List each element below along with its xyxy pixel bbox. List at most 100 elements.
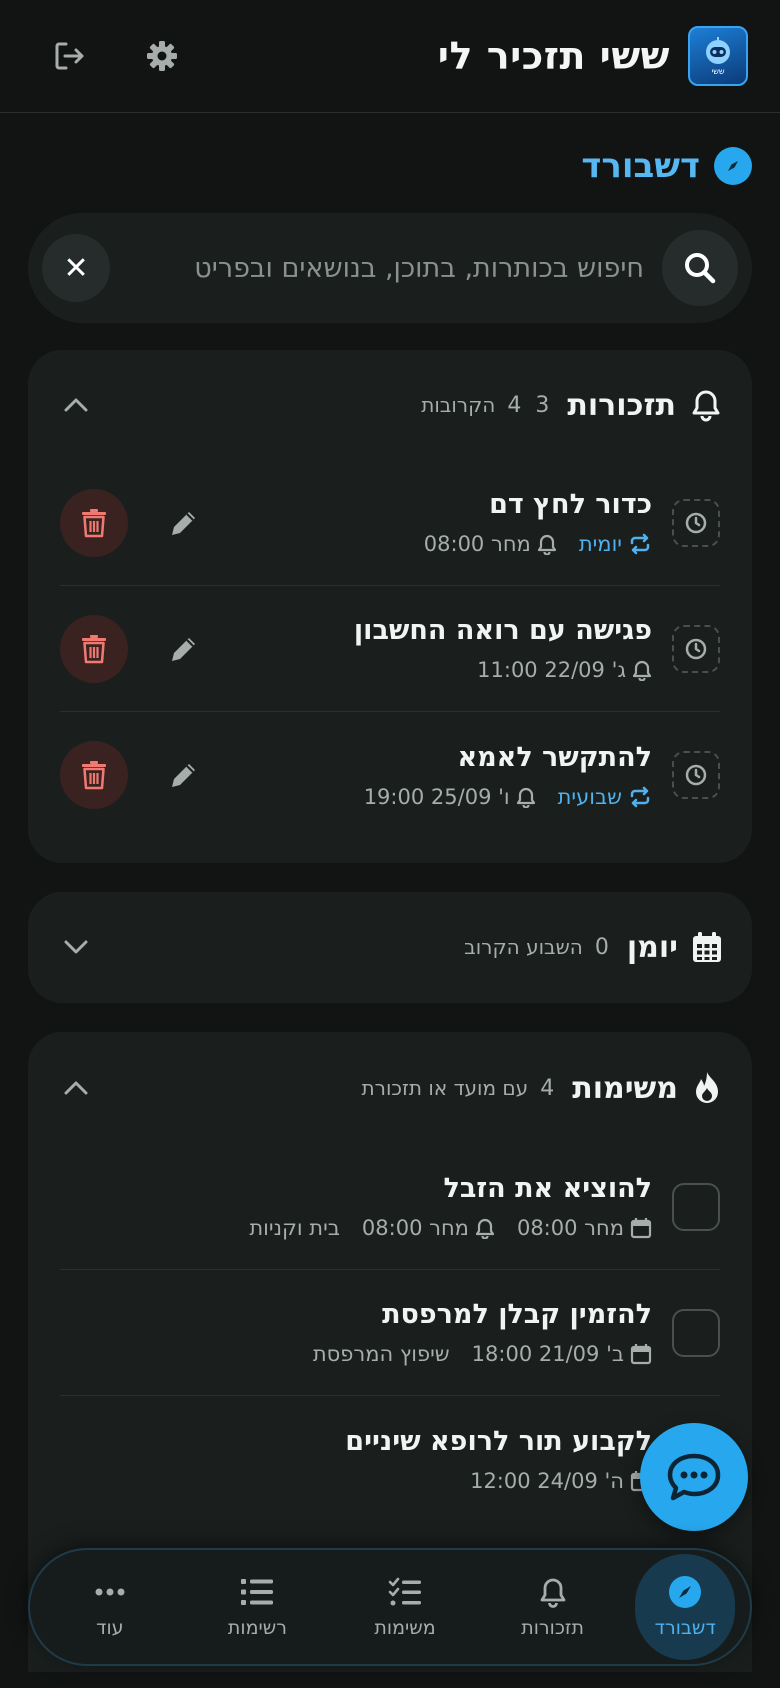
reminder-title: להתקשר לאמא [457,741,652,773]
calendar-header[interactable]: יומן 0 השבוע הקרוב [28,892,752,1002]
task-checkbox[interactable] [672,1308,720,1357]
task-body: להזמין קבלן למרפסת ב' 21/09 18:00 שיפוץ … [313,1299,652,1366]
nav-label: תזכורות [521,1617,584,1639]
compass-icon [668,1575,702,1609]
expand-button[interactable] [58,929,94,965]
task-title: להזמין קבלן למרפסת [382,1299,652,1330]
task-checkbox[interactable] [672,1182,720,1231]
reminder-body: כדור לחץ דם יומית מחר 08:00 [410,489,652,556]
task-due-label: מחר 08:00 [516,1216,624,1240]
bell-icon [475,1218,495,1239]
reminders-list: כדור לחץ דם יומית מחר 08:00 פגישה עם רוא… [28,460,752,838]
task-due-label: ב' 21/09 18:00 [471,1342,624,1366]
tasks-header[interactable]: משימות 4 עם מועד או תזכורת [28,1032,752,1144]
page-title-row: דשבורד [581,146,752,186]
task-item[interactable]: להוציא את הזבל מחר 08:00 מחר 08:00 בית ו… [60,1144,720,1270]
reminder-title: פגישה עם רואה החשבון [353,615,652,646]
page-title: דשבורד [581,146,700,186]
clear-search-button[interactable]: ✕ [42,234,110,302]
repeat-icon [630,533,650,555]
nav-item-dashboard[interactable]: דשבורד [635,1554,736,1660]
more-icon [93,1575,127,1609]
reminder-actions [60,741,204,809]
reminder-time: ג' 22/09 11:00 [477,658,652,682]
close-icon: ✕ [63,250,89,286]
reminder-item[interactable]: להתקשר לאמא שבועית ו' 25/09 19:00 [60,712,720,838]
reminder-when: ג' 22/09 11:00 [477,658,626,682]
bell-icon [536,1575,570,1609]
search-input[interactable] [110,238,662,298]
repeat-icon [630,786,650,807]
app-logo: ששי [688,26,748,86]
reminder-body: להתקשר לאמא שבועית ו' 25/09 19:00 [350,742,652,809]
task-due: ב' 21/09 18:00 [472,1342,652,1366]
logout-button[interactable] [50,36,90,76]
reminders-subtitle: הקרובות [421,393,496,417]
robot-icon: ששי [706,37,730,76]
list-icon [240,1575,274,1609]
reminder-item[interactable]: כדור לחץ דם יומית מחר 08:00 [60,460,720,586]
nav-label: משימות [374,1617,436,1639]
delete-button[interactable] [60,614,128,683]
pencil-icon [172,637,195,661]
edit-button[interactable] [164,629,204,669]
compass-icon [714,147,752,185]
trash-icon [82,761,106,790]
reminder-status[interactable] [672,498,720,547]
nav-label: דשבורד [654,1617,716,1639]
collapse-button[interactable] [58,387,94,423]
recurrence-label: שבועית [557,784,622,809]
nav-label: רשימות [227,1617,287,1639]
recurrence: יומית [579,532,652,556]
recurrence: שבועית [558,785,652,809]
checklist-icon [388,1575,422,1609]
reminders-title: תזכורות [567,387,676,423]
search-button[interactable] [662,230,738,306]
chevron-up-icon [64,1081,88,1095]
reminder-status[interactable] [672,624,720,673]
reminder-meta: ג' 22/09 11:00 [354,658,652,682]
clock-icon [685,512,707,533]
pencil-icon [172,511,195,535]
chat-button[interactable] [640,1423,748,1531]
fire-icon [696,1072,718,1103]
task-item[interactable]: להזמין קבלן למרפסת ב' 21/09 18:00 שיפוץ … [60,1270,720,1396]
settings-button[interactable] [142,36,182,76]
task-meta: ב' 21/09 18:00 שיפוץ המרפסת [313,1342,652,1366]
edit-button[interactable] [164,755,204,795]
delete-button[interactable] [60,488,128,557]
task-due-label: ה' 24/09 12:00 [470,1468,624,1493]
reminder-meta: יומית מחר 08:00 [410,532,652,556]
bell-icon [632,660,652,681]
reminders-header[interactable]: תזכורות 3 4 הקרובות [28,350,752,460]
nav-item-lists[interactable]: רשימות [192,1554,322,1660]
nav-item-reminders[interactable]: תזכורות [488,1554,618,1660]
search-icon [685,253,716,284]
calendar-card: יומן 0 השבוע הקרוב [28,892,752,1003]
delete-button[interactable] [60,741,128,809]
logo-caption: ששי [711,67,724,76]
gear-icon [147,41,177,71]
header-actions [50,36,182,76]
collapse-button[interactable] [58,1070,94,1106]
edit-button[interactable] [164,503,204,543]
pencil-icon [172,764,195,787]
task-meta: מחר 08:00 מחר 08:00 בית וקניות [249,1216,652,1240]
calendar-icon [693,932,721,962]
task-item[interactable]: לקבוע תור לרופא שיניים ה' 24/09 12:00 [60,1396,720,1522]
calendar-icon [630,1218,652,1239]
reminder-body: פגישה עם רואה החשבון ג' 22/09 11:00 [354,615,652,682]
bottom-nav: דשבורד תזכורות משימות רשימות עוד [28,1548,752,1666]
app-title: ששי תזכיר לי [437,34,670,78]
app-header: ששי ששי תזכיר לי [0,0,780,113]
chevron-down-icon [64,940,88,954]
tasks-subtitle: עם מועד או תזכורת [361,1076,529,1100]
chevron-up-icon [64,398,88,412]
task-body: להוציא את הזבל מחר 08:00 מחר 08:00 בית ו… [249,1173,652,1240]
nav-item-more[interactable]: עוד [45,1554,175,1660]
nav-item-tasks[interactable]: משימות [340,1554,470,1660]
reminder-status[interactable] [672,751,720,799]
task-title: לקבוע תור לרופא שיניים [345,1425,652,1457]
reminder-meta: שבועית ו' 25/09 19:00 [350,785,652,809]
reminder-item[interactable]: פגישה עם רואה החשבון ג' 22/09 11:00 [60,586,720,712]
